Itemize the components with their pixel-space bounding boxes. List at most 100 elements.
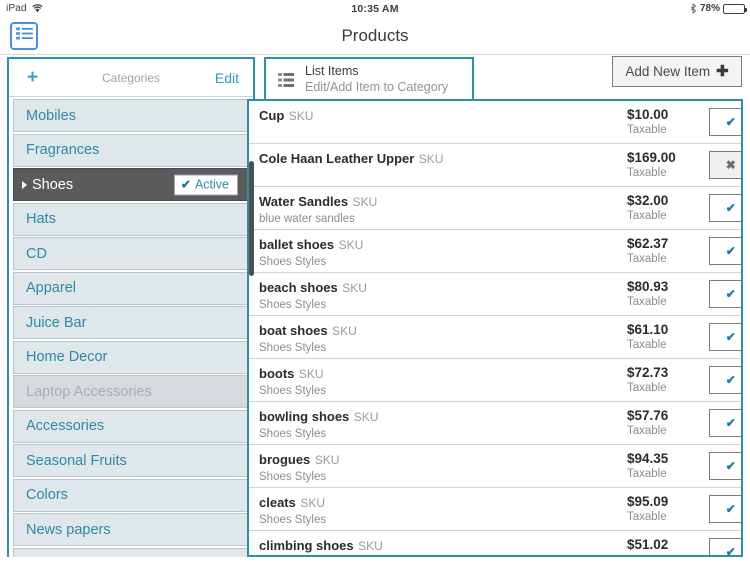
item-name-block: climbing shoes SKU [259, 537, 383, 555]
item-title-line: boat shoes SKU [259, 322, 357, 340]
item-status-label: Active [741, 373, 742, 388]
tab-list-items[interactable]: List Items Edit/Add Item to Category [264, 57, 474, 101]
sidebar-item-cd[interactable]: CD [13, 237, 249, 270]
item-status-toggle[interactable]: ✔ Active [709, 237, 741, 265]
item-title-line: Cup SKU [259, 107, 313, 125]
table-row[interactable]: Cup SKU $10.00 Taxable ✔ Active [249, 101, 741, 144]
item-status-toggle[interactable]: ✔ Active [709, 366, 742, 394]
sidebar-item-label: Fragrances [26, 142, 100, 158]
table-row[interactable]: Water Sandles SKU blue water sandles $32.0… [249, 187, 741, 230]
item-price-block: $57.76 Taxable [627, 408, 668, 437]
navigation-bar: Products [0, 17, 750, 55]
status-bar: iPad 10:35 AM 78% [0, 0, 750, 17]
sidebar-item-shoes[interactable]: Shoes ✔ Active [13, 168, 249, 201]
items-list[interactable]: Cup SKU$10.00Taxable✔ActiveCole Haan Lea… [249, 101, 741, 555]
item-status-label: Active [741, 502, 742, 517]
sidebar-item-empty[interactable] [13, 547, 249, 557]
item-sku-label: SKU [418, 152, 444, 166]
add-category-button[interactable]: + [27, 68, 38, 87]
plus-icon: ✚ [716, 63, 729, 80]
item-sku-label: SKU [358, 539, 383, 553]
item-name: ballet shoes [259, 237, 335, 252]
table-row[interactable]: boots SKU Shoes Styles $72.73 Taxable ✔ Activ… [249, 359, 741, 402]
item-subtitle: Shoes Styles [259, 428, 327, 440]
sidebar-item-laptop-accessories[interactable]: Laptop Accessories [13, 375, 249, 408]
item-title-line: beach shoes SKU [259, 279, 367, 297]
sidebar-item-label: Apparel [26, 280, 76, 296]
sidebar-item-label: Home Decor [26, 349, 108, 365]
item-sku-label: SKU [288, 109, 314, 123]
item-status-toggle[interactable]: ✔ Active [709, 194, 741, 222]
check-icon: ✔ [180, 177, 191, 191]
sidebar-item-news-papers[interactable]: News papers [13, 513, 249, 546]
item-price: $32.00 [627, 193, 669, 208]
item-subtitle: Shoes Styles [259, 471, 327, 483]
item-sku-label: SKU [353, 410, 379, 424]
check-icon: ✔ [725, 416, 736, 430]
item-price-block: $61.10 Taxable [627, 322, 668, 351]
check-icon: ✔ [725, 244, 736, 258]
sidebar-item-label: Laptop Accessories [26, 383, 152, 400]
item-name-block: Cup SKU [259, 107, 313, 125]
sidebar-item-label: Shoes [32, 176, 74, 193]
item-price-block: $80.93 Taxable [627, 279, 668, 308]
item-sku-label: SKU [314, 453, 340, 467]
table-row[interactable]: cleats SKU Shoes Styles $95.09 Taxable ✔ Acti… [249, 488, 741, 531]
sidebar-item-home-decor[interactable]: Home Decor [13, 340, 249, 374]
item-name-block: cleats SKU Shoes Styles [259, 494, 326, 526]
item-status-toggle[interactable]: ✔ Active [709, 323, 742, 351]
item-status-toggle[interactable]: ✔ Active [709, 495, 742, 523]
item-tax-label: Taxable [627, 124, 667, 136]
battery-percent-label: 78% [699, 3, 720, 14]
item-status-toggle[interactable]: ✔ Active [709, 108, 741, 136]
item-tax-label: Taxable [627, 511, 667, 523]
table-row[interactable]: bowling shoes SKU Shoes Styles $57.76 Taxab… [249, 402, 741, 445]
item-status-toggle[interactable]: ✔ Active [709, 452, 741, 480]
categories-panel: + Categories Edit Mobiles Fragrances Shoes… [7, 57, 255, 557]
table-row[interactable]: boat shoes SKU Shoes Styles $61.10 Taxable ✔… [249, 316, 741, 359]
table-row[interactable]: ballet shoes SKU Shoes Styles $62.37 Taxabl… [249, 230, 741, 273]
item-price-block: $51.02 [627, 537, 668, 552]
item-name: climbing shoes [259, 538, 354, 553]
item-price: $169.00 [627, 150, 676, 165]
item-status-toggle[interactable]: ✔ Active [709, 409, 742, 437]
tab-title: List Items [305, 64, 359, 79]
table-row[interactable]: beach shoes SKU Shoes Styles $80.93 Taxable… [249, 273, 741, 316]
page-title: Products [341, 26, 409, 45]
item-name-block: ballet shoes SKU Shoes Styles [259, 236, 363, 268]
item-status-toggle[interactable]: ✖ Active [709, 151, 741, 179]
item-name: Cup [259, 108, 285, 123]
items-scrollbar[interactable] [249, 161, 254, 276]
item-price: $94.35 [627, 451, 669, 466]
sidebar-item-fragrances[interactable]: Fragrances [13, 133, 249, 167]
item-status-label: Active [741, 330, 742, 345]
sidebar-item-mobiles[interactable]: Mobiles [13, 99, 249, 132]
category-active-badge[interactable]: ✔ Active [173, 174, 238, 195]
table-row[interactable]: Cole Haan Leather Upper SKU $169.00 Taxabl… [249, 144, 741, 187]
status-bar-right: 78% [690, 3, 747, 14]
battery-icon [723, 3, 747, 14]
sidebar-item-hats[interactable]: Hats [13, 202, 249, 236]
category-active-label: Active [194, 177, 229, 191]
item-sku-label: SKU [300, 496, 326, 510]
sidebar-item-colors[interactable]: Colors [13, 478, 249, 512]
item-subtitle: Shoes Styles [259, 385, 327, 397]
sidebar-item-seasonal-fruits[interactable]: Seasonal Fruits [13, 444, 249, 477]
add-new-item-button[interactable]: Add New Item ✚ [612, 56, 742, 87]
sidebar-item-accessories[interactable]: Accessories [13, 409, 249, 443]
table-row[interactable]: brogues SKU Shoes Styles $94.35 Taxable ✔ Act… [249, 445, 741, 488]
item-subtitle: Shoes Styles [259, 514, 327, 526]
item-name-block: Cole Haan Leather Upper SKU [259, 150, 443, 168]
item-status-label: Active [741, 416, 742, 431]
table-row[interactable]: climbing shoes SKU $51.02 ✔ Active [249, 531, 741, 555]
categories-list[interactable]: Mobiles Fragrances Shoes ✔ Active Hats CD Appar… [9, 97, 253, 557]
edit-categories-button[interactable]: Edit [215, 70, 239, 86]
check-icon: ✔ [725, 201, 736, 215]
item-status-toggle[interactable]: ✔ Active [709, 538, 741, 555]
item-tax-label: Taxable [627, 167, 667, 179]
item-status-toggle[interactable]: ✔ Active [709, 280, 741, 308]
item-name-block: boots SKU Shoes Styles [259, 365, 326, 397]
sidebar-item-juice-bar[interactable]: Juice Bar [13, 306, 249, 339]
item-name: boat shoes [259, 323, 328, 338]
sidebar-item-apparel[interactable]: Apparel [13, 271, 249, 305]
